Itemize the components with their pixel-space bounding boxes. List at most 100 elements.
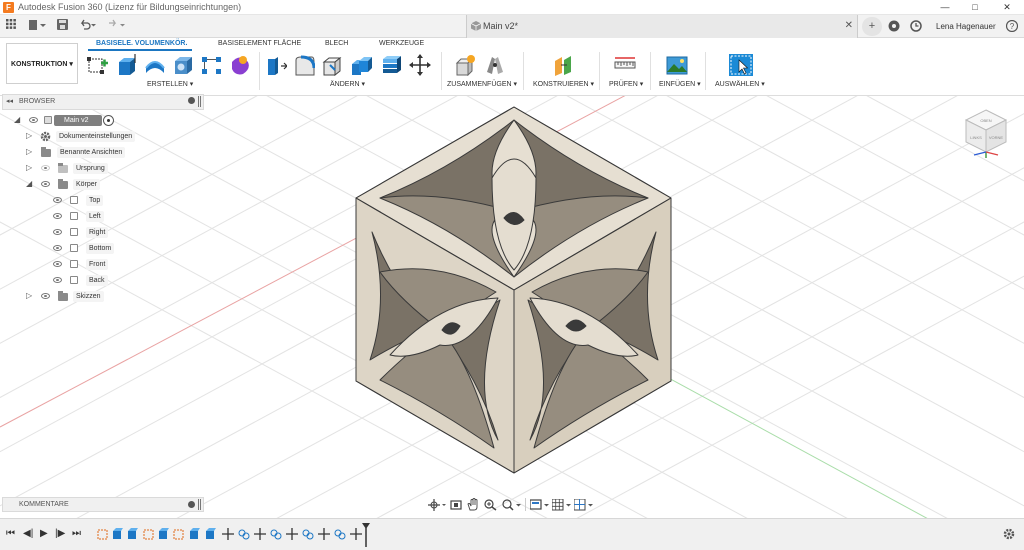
select-group-label[interactable]: AUSWÄHLEN ▾ — [715, 80, 765, 88]
tab-tools[interactable]: WERKZEUGE — [379, 40, 424, 47]
workspace-switcher[interactable]: KONSTRUKTION ▾ — [6, 43, 78, 84]
move-copy-icon[interactable] — [409, 54, 431, 76]
visibility-eye-icon[interactable] — [53, 229, 62, 235]
visibility-eye-icon[interactable] — [41, 181, 50, 187]
panel-pin-icon[interactable] — [198, 499, 201, 510]
panel-option-icon[interactable] — [188, 97, 195, 104]
document-tab[interactable]: Main v2* ✕ — [466, 15, 858, 38]
assemble-group-label[interactable]: ZUSAMMENFÜGEN ▾ — [447, 80, 517, 88]
comments-panel-header[interactable]: KOMMENTARE — [2, 497, 204, 512]
go-to-end-icon[interactable]: ⏭ — [72, 528, 81, 539]
redo-icon[interactable] — [106, 19, 126, 33]
create-group-label[interactable]: ERSTELLEN ▾ — [147, 80, 193, 88]
viewcube-icon[interactable]: OBEN LINKS VORNE — [960, 108, 1012, 160]
display-settings-icon[interactable] — [530, 499, 550, 511]
sweep-icon[interactable] — [172, 54, 194, 76]
modify-group-label[interactable]: ÄNDERN ▾ — [330, 80, 365, 88]
chamfer-icon[interactable] — [321, 54, 343, 76]
zoom-icon[interactable] — [484, 499, 498, 511]
form-icon[interactable] — [229, 54, 251, 76]
timeline-joint-icon[interactable] — [334, 528, 346, 540]
job-status-icon[interactable] — [906, 17, 926, 36]
viewports-icon[interactable] — [574, 499, 594, 511]
expand-icon[interactable]: ▷ — [26, 147, 32, 156]
body-item[interactable]: Left — [86, 211, 104, 222]
insert-image-icon[interactable] — [666, 54, 688, 76]
shell-icon[interactable] — [350, 54, 372, 76]
construct-group-label[interactable]: KONSTRUIEREN ▾ — [533, 80, 594, 88]
close-tab-icon[interactable]: ✕ — [845, 20, 853, 31]
timeline-extrude-icon[interactable] — [189, 528, 201, 540]
measure-icon[interactable] — [614, 54, 636, 76]
visibility-eye-icon[interactable] — [41, 293, 50, 299]
new-tab-icon[interactable]: + — [862, 17, 882, 36]
expand-root-icon[interactable]: ◢ — [14, 115, 20, 124]
timeline-move-icon[interactable] — [350, 528, 362, 540]
collapse-icon[interactable]: ◢ — [26, 179, 32, 188]
tree-item-named-views[interactable]: Benannte Ansichten — [57, 147, 126, 158]
zoom-window-icon[interactable] — [502, 499, 522, 511]
revolve-icon[interactable] — [144, 54, 166, 76]
close-window-button[interactable]: ✕ — [992, 0, 1022, 15]
save-icon[interactable] — [57, 19, 68, 33]
visibility-eye-icon[interactable] — [41, 165, 50, 171]
activate-component-icon[interactable] — [103, 115, 114, 126]
timeline-extrude-icon[interactable] — [112, 528, 124, 540]
play-icon[interactable]: ▶ — [40, 528, 48, 539]
undo-icon[interactable] — [79, 19, 97, 33]
timeline-move-icon[interactable] — [318, 528, 330, 540]
timeline-marker-icon[interactable] — [362, 523, 370, 547]
visibility-eye-icon[interactable] — [29, 117, 38, 123]
timeline-move-icon[interactable] — [286, 528, 298, 540]
expand-icon[interactable]: ▷ — [26, 163, 32, 172]
step-back-icon[interactable]: ◀| — [23, 528, 33, 539]
press-pull-icon[interactable] — [265, 54, 287, 76]
visibility-eye-icon[interactable] — [53, 197, 62, 203]
tab-surface[interactable]: BASISELEMENT FLÄCHE — [218, 40, 301, 47]
look-at-icon[interactable] — [450, 499, 462, 511]
joint-icon[interactable] — [484, 54, 506, 76]
timeline-sketch-icon[interactable] — [97, 528, 109, 540]
tab-solid[interactable]: BASISELE. VOLUMENKÖR. — [96, 40, 187, 47]
extrude-icon[interactable] — [116, 54, 138, 76]
create-sketch-icon[interactable] — [87, 54, 109, 76]
expand-icon[interactable]: ▷ — [26, 131, 32, 140]
body-item[interactable]: Back — [86, 275, 108, 286]
settings-gear-icon[interactable] — [1003, 528, 1015, 540]
body-item[interactable]: Bottom — [86, 243, 115, 254]
visibility-eye-icon[interactable] — [53, 213, 62, 219]
expand-icon[interactable]: ▷ — [26, 291, 32, 300]
timeline-joint-icon[interactable] — [238, 528, 250, 540]
tree-item-sketches[interactable]: Skizzen — [73, 291, 104, 302]
combine-icon[interactable] — [380, 54, 402, 76]
collapse-panel-icon[interactable]: ◂◂ — [6, 97, 13, 105]
visibility-eye-icon[interactable] — [53, 261, 62, 267]
new-component-icon[interactable] — [455, 54, 477, 76]
root-component-label[interactable]: Main v2 — [54, 115, 102, 126]
go-to-start-icon[interactable]: ⏮ — [6, 528, 15, 539]
help-icon[interactable]: ? — [1002, 17, 1022, 36]
add-comment-icon[interactable] — [188, 501, 195, 508]
fillet-icon[interactable] — [293, 54, 315, 76]
timeline-move-icon[interactable] — [254, 528, 266, 540]
browser-panel-header[interactable]: ◂◂ BROWSER — [2, 94, 204, 110]
timeline-extrude-icon[interactable] — [158, 528, 170, 540]
rectangular-pattern-icon[interactable] — [201, 54, 223, 76]
timeline-sketch-icon[interactable] — [173, 528, 185, 540]
tree-item-bodies[interactable]: Körper — [73, 179, 101, 190]
user-name[interactable]: Lena Hagenauer — [936, 22, 996, 31]
grid-settings-icon[interactable] — [552, 499, 572, 511]
visibility-eye-icon[interactable] — [53, 277, 62, 283]
step-forward-icon[interactable]: |▶ — [55, 528, 65, 539]
visibility-eye-icon[interactable] — [53, 245, 62, 251]
file-menu-icon[interactable] — [28, 19, 46, 33]
timeline-joint-icon[interactable] — [302, 528, 314, 540]
viewport-canvas[interactable] — [0, 96, 1024, 518]
inspect-group-label[interactable]: PRÜFEN ▾ — [609, 80, 643, 88]
body-item[interactable]: Top — [86, 195, 104, 206]
offset-plane-icon[interactable] — [553, 54, 575, 76]
select-icon[interactable] — [728, 53, 754, 77]
body-item[interactable]: Right — [86, 227, 109, 238]
tree-item-document-settings[interactable]: Dokumenteinstellungen — [56, 131, 136, 142]
tab-sheet-metal[interactable]: BLECH — [325, 40, 348, 47]
